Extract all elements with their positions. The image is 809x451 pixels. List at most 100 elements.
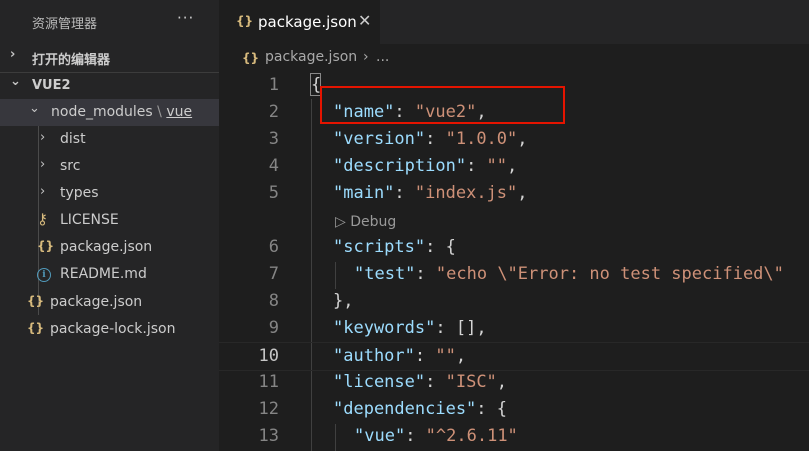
chevron-right-icon: › (10, 47, 16, 62)
json-icon: {} (27, 294, 45, 308)
json-string: "index.js" (414, 183, 518, 203)
tab-label: package.json (258, 13, 357, 31)
tree-item-label: types (60, 185, 99, 201)
json-key: "dependencies" (333, 399, 477, 419)
line-text: "scripts": { (333, 237, 456, 257)
tree-item-package-json-vue[interactable]: {} package.json (0, 234, 219, 261)
tree-item-package-lock-json[interactable]: {} package-lock.json (0, 316, 219, 343)
punctuation: , (507, 156, 518, 176)
punctuation: { (496, 399, 508, 419)
punctuation: [], (455, 318, 487, 338)
line-text: "vue": "^2.6.11" (354, 426, 518, 446)
workspace-section[interactable]: ⌄ VUE2 (0, 73, 219, 99)
line-text: "description": "", (333, 156, 517, 176)
code-line: 9 "keywords": [], (219, 315, 809, 342)
code-line: 11 "license": "ISC", (219, 369, 809, 396)
line-number: 1 (268, 75, 279, 95)
tree-item-dist[interactable]: › dist (0, 126, 219, 153)
json-string: "" (435, 346, 456, 366)
tree-item-src[interactable]: › src (0, 153, 219, 180)
open-editors-section[interactable]: › 打开的编辑器 (0, 44, 219, 70)
annotation-highlight-box (320, 86, 565, 124)
chevron-down-icon: ⌄ (10, 74, 21, 89)
json-string: "1.0.0" (445, 129, 518, 149)
json-key: "main" (333, 183, 395, 203)
tree-item-node-modules-vue[interactable]: ⌄ node_modules \ vue (0, 99, 219, 126)
tree-item-label: node_modules \ vue (51, 104, 192, 120)
close-icon[interactable]: ✕ (358, 11, 371, 30)
node-modules-label: node_modules (51, 104, 153, 120)
line-number: 8 (268, 291, 279, 311)
json-key: "vue" (354, 426, 406, 446)
info-icon: i (37, 268, 51, 282)
code-editor[interactable]: 1 { 2 "name": "vue2", 3 "version": "1.0.… (219, 72, 809, 451)
json-key: "version" (333, 129, 426, 149)
line-text: "license": "ISC", (333, 372, 507, 392)
tab-bar: {} package.json ✕ (219, 0, 809, 44)
json-key: "license" (333, 372, 426, 392)
line-text: "test": "echo \"Error: no test specified… (354, 264, 784, 284)
line-text: }, (333, 291, 353, 311)
colon: : (476, 399, 497, 419)
punctuation: , (455, 346, 467, 366)
tree-item-readme[interactable]: i README.md (0, 261, 219, 288)
more-actions-icon[interactable]: ··· (177, 9, 194, 27)
json-icon: {} (236, 14, 254, 28)
explorer-sidebar: 资源管理器 ··· › 打开的编辑器 ⌄ VUE2 ⌄ node_modules… (0, 0, 219, 451)
colon: : (394, 183, 415, 203)
code-line: 6 "scripts": { (219, 234, 809, 261)
json-key: "scripts" (333, 237, 426, 257)
debug-codelens[interactable]: ▷ Debug (335, 214, 396, 230)
code-line: 7 "test": "echo \"Error: no test specifi… (219, 261, 809, 288)
brace: }, (333, 291, 354, 311)
vue-folder-label: vue (166, 104, 193, 120)
code-line: 13 "vue": "^2.6.11" (219, 423, 809, 450)
colon: : (466, 156, 487, 176)
colon: : (414, 346, 436, 366)
tree-item-label: package-lock.json (50, 321, 176, 337)
tree-item-label: README.md (60, 266, 147, 282)
punctuation: , (517, 183, 528, 203)
key-icon: ⚷ (37, 210, 48, 228)
code-line: 3 "version": "1.0.0", (219, 126, 809, 153)
line-text: "version": "1.0.0", (333, 129, 528, 149)
chevron-right-icon: › (40, 130, 46, 145)
json-icon: {} (37, 239, 55, 253)
breadcrumb-more[interactable]: ... (376, 49, 389, 65)
punctuation: , (517, 129, 528, 149)
tree-item-label: package.json (60, 239, 153, 255)
workspace-label: VUE2 (32, 78, 71, 93)
line-text: "dependencies": { (333, 399, 507, 419)
code-line: 4 "description": "", (219, 153, 809, 180)
colon: : (425, 129, 446, 149)
json-key: "description" (333, 156, 467, 176)
json-string: "echo \"Error: no test specified\" (435, 264, 784, 284)
line-text: "keywords": [], (333, 318, 487, 338)
tree-item-types[interactable]: › types (0, 180, 219, 207)
line-number: 7 (268, 264, 279, 284)
json-key: "author" (333, 346, 415, 366)
chevron-right-icon: › (363, 49, 369, 65)
tree-item-label: dist (60, 131, 86, 147)
tree-item-package-json[interactable]: {} package.json (0, 289, 219, 316)
code-line-current: 10 "author": "", (219, 342, 809, 371)
line-number: 4 (268, 156, 279, 176)
colon: : (425, 372, 446, 392)
line-number: 3 (268, 129, 279, 149)
open-editors-label: 打开的编辑器 (32, 53, 111, 68)
colon: : (425, 237, 446, 257)
line-text: "main": "index.js", (333, 183, 528, 203)
tab-package-json[interactable]: {} package.json ✕ (219, 0, 380, 44)
line-number: 11 (258, 372, 279, 392)
breadcrumb: {} package.json › ... (219, 44, 809, 72)
chevron-right-icon: › (40, 157, 46, 172)
colon: : (405, 426, 426, 446)
json-key: "keywords" (333, 318, 436, 338)
code-line: 5 "main": "index.js", (219, 180, 809, 207)
breadcrumb-file[interactable]: package.json (265, 49, 357, 65)
tree-item-license[interactable]: ⚷ LICENSE (0, 207, 219, 234)
json-icon: {} (242, 51, 260, 65)
line-text: "author": "", (333, 346, 466, 366)
tree-item-label: src (60, 158, 81, 174)
json-string: "^2.6.11" (425, 426, 518, 446)
